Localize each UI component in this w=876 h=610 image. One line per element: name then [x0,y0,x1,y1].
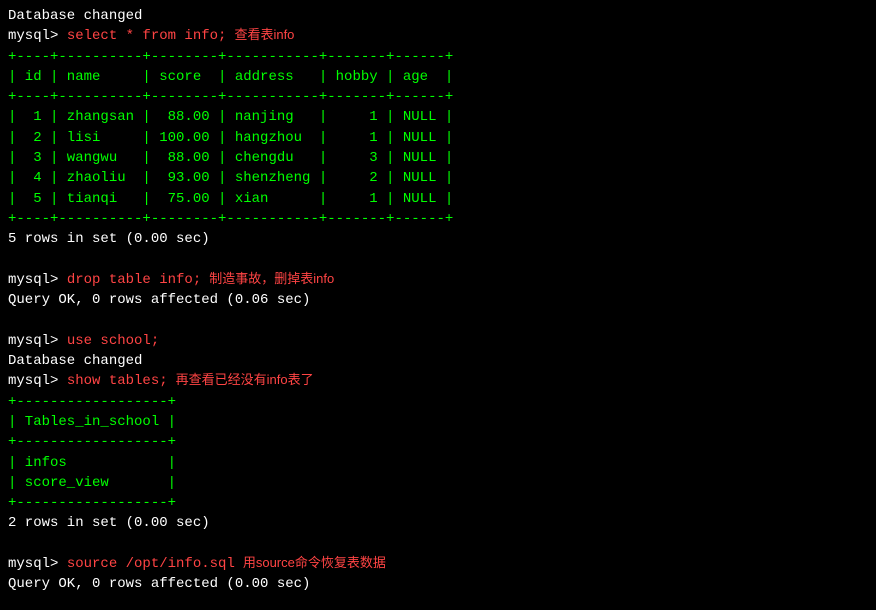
line-select-info: mysql> select * from info; 查看表info [8,26,868,46]
terminal-window: Database changed mysql> select * from in… [0,0,876,610]
prompt-3: mysql> [8,331,67,351]
line-drop-table: mysql> drop table info; 制造事故，删掉表info [8,270,868,290]
cmd-select: select * from info; [67,26,227,46]
tables-border-top: +------------------+ [8,392,868,412]
tables-border-header: +------------------+ [8,432,868,452]
line-2rows: 2 rows in set (0.00 sec) [8,513,868,533]
tables-row-1: | infos | [8,453,868,473]
empty-2 [8,310,868,330]
table-row-3: | 3 | wangwu | 88.00 | chengdu | 3 | NUL… [8,148,868,168]
line-use-school: mysql> use school; [8,331,868,351]
line-db-changed-2: Database changed [8,351,868,371]
table-border-top: +----+----------+--------+-----------+--… [8,47,868,67]
line-query-ok-2: Query OK, 0 rows affected (0.00 sec) [8,574,868,594]
cmd-use: use school; [67,331,159,351]
table-header: | id | name | score | address | hobby | … [8,67,868,87]
empty-1 [8,250,868,270]
prompt-2: mysql> [8,270,67,290]
prompt-4: mysql> [8,371,67,391]
line-db-changed-1: Database changed [8,6,868,26]
table-row-2: | 2 | lisi | 100.00 | hangzhou | 1 | NUL… [8,128,868,148]
annotation-select: 查看表info [234,26,294,45]
cmd-source: source /opt/info.sql [67,554,235,574]
tables-header: | Tables_in_school | [8,412,868,432]
tables-border-bottom: +------------------+ [8,493,868,513]
table-border-header: +----+----------+--------+-----------+--… [8,87,868,107]
empty-4 [8,595,868,610]
line-query-ok-1: Query OK, 0 rows affected (0.06 sec) [8,290,868,310]
annotation-drop: 制造事故，删掉表info [209,270,334,289]
table-row-1: | 1 | zhangsan | 88.00 | nanjing | 1 | N… [8,107,868,127]
prompt-1: mysql> [8,26,67,46]
empty-3 [8,534,868,554]
table-row-4: | 4 | zhaoliu | 93.00 | shenzheng | 2 | … [8,168,868,188]
tables-row-2: | score_view | [8,473,868,493]
line-source: mysql> source /opt/info.sql 用source命令恢复表数… [8,554,868,574]
line-5rows: 5 rows in set (0.00 sec) [8,229,868,249]
prompt-5: mysql> [8,554,67,574]
annotation-source: 用source命令恢复表数据 [243,554,386,573]
table-border-bottom: +----+----------+--------+-----------+--… [8,209,868,229]
line-show-tables: mysql> show tables; 再查看已经没有info表了 [8,371,868,391]
table-row-5: | 5 | tianqi | 75.00 | xian | 1 | NULL | [8,189,868,209]
annotation-show: 再查看已经没有info表了 [176,371,314,390]
cmd-show: show tables; [67,371,168,391]
cmd-drop: drop table info; [67,270,201,290]
